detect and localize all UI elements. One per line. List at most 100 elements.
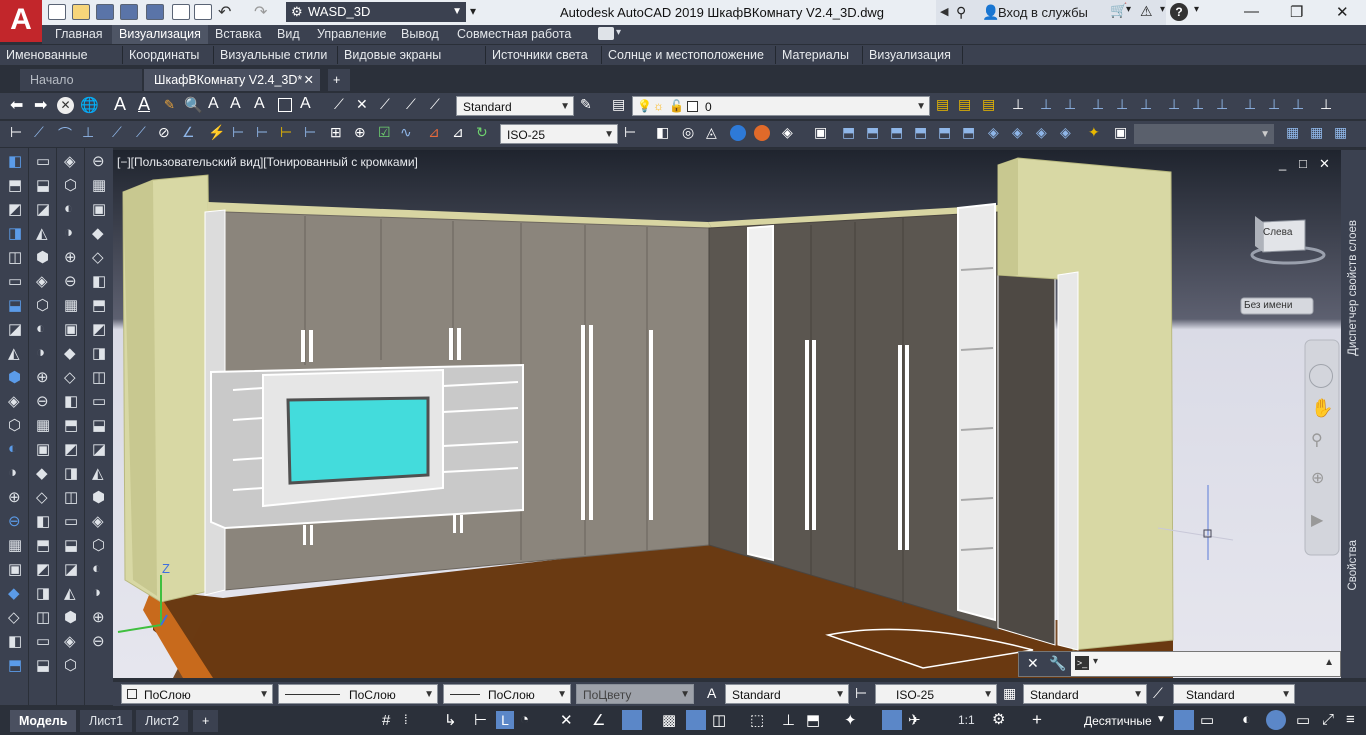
layer-states-icon[interactable]: ▤ — [982, 96, 995, 113]
pyramid-icon[interactable]: ⬓ — [92, 416, 106, 434]
tolerance-icon[interactable]: ⊞ — [330, 124, 342, 141]
subtract-icon[interactable]: ◐ — [36, 320, 45, 337]
torus-icon[interactable]: ▭ — [36, 152, 50, 170]
workspace-gear-icon[interactable]: ⚙ — [992, 710, 1005, 728]
subtract-icon[interactable]: ◐ — [64, 200, 73, 217]
lock-ui-icon[interactable]: ▭ — [1200, 711, 1214, 729]
panel-render[interactable]: Визуализация ▸ — [863, 46, 963, 80]
torus-icon[interactable]: ▭ — [92, 392, 106, 410]
table-style-icon[interactable]: ▦ — [1003, 685, 1016, 702]
dim-ordinate-icon[interactable]: ⟋ — [406, 96, 416, 113]
box-icon[interactable]: ◧ — [64, 392, 78, 410]
union-icon[interactable]: ⬡ — [64, 176, 77, 194]
web-mobile-icon[interactable] — [146, 4, 164, 20]
move-icon[interactable]: ⊖ — [92, 632, 105, 650]
dim-ordinate-icon[interactable]: ⊥ — [82, 124, 94, 141]
revolve-icon[interactable]: ◭ — [8, 344, 20, 362]
annotation-visibility-icon[interactable]: ⬒ — [806, 711, 820, 729]
ucs-x-icon[interactable]: ⊥ — [1244, 96, 1256, 113]
viewport-restore-button[interactable]: □ — [1299, 156, 1307, 171]
visual-styles-icon[interactable]: ◧ — [656, 124, 669, 141]
ucs-zaxis-icon[interactable]: ⊥ — [1192, 96, 1204, 113]
cart-icon[interactable]: 🛒 — [1110, 2, 1127, 19]
print-icon[interactable] — [194, 4, 212, 20]
conceptual-icon[interactable] — [754, 125, 770, 141]
rotate-icon[interactable]: ▦ — [36, 416, 50, 434]
restore-button[interactable]: ❐ — [1290, 3, 1303, 21]
pyramid-icon[interactable]: ⬓ — [64, 536, 78, 554]
dim-baseline-icon[interactable]: ⊢ — [232, 124, 244, 141]
align-icon[interactable]: ▣ — [64, 320, 78, 338]
layer-color-icon[interactable] — [687, 101, 698, 112]
dynamic-input-icon[interactable]: ⊢ — [474, 711, 487, 729]
layout2-tab[interactable]: Лист2 — [136, 710, 189, 732]
dim-aligned-icon[interactable]: ✕ — [356, 96, 368, 113]
inspection-icon[interactable]: ☑ — [378, 124, 391, 141]
undo-icon[interactable]: ↶ — [218, 2, 231, 22]
view-right-icon[interactable]: ⬒ — [914, 124, 927, 141]
view-sw-iso-icon[interactable]: ◈ — [988, 124, 999, 141]
lineweight-dropdown[interactable]: ПоСлою ▼ — [443, 684, 571, 704]
layer-properties-palette-tab[interactable]: Диспетчер свойств слоев — [1347, 220, 1359, 356]
dim-text-edit-icon[interactable]: ⊿ — [452, 124, 464, 141]
sweep-icon[interactable]: ⬢ — [36, 248, 49, 266]
close-button[interactable]: ✕ — [1336, 3, 1349, 21]
realistic-icon[interactable] — [730, 125, 746, 141]
annotation-scale-value[interactable]: 1:1 — [958, 713, 975, 727]
mirror-icon[interactable]: ◇ — [36, 488, 48, 506]
dim-arc-icon[interactable]: ⟋ — [380, 96, 390, 113]
steering-wheel-icon[interactable] — [1309, 364, 1333, 388]
isodraft-icon[interactable]: ✕ — [560, 711, 573, 729]
view-ne-iso-icon[interactable]: ◈ — [1036, 124, 1047, 141]
3d-osnap-icon[interactable]: ▩ — [662, 711, 676, 729]
chevron-down-icon[interactable]: ▾ — [616, 27, 621, 38]
pyramid-icon[interactable]: ⬓ — [8, 296, 22, 314]
zoom-icon[interactable]: ⚲ — [1311, 430, 1323, 450]
snap-icon[interactable]: ⁞ — [404, 712, 408, 727]
revolve-icon[interactable]: ◭ — [92, 464, 104, 482]
dim-update-icon[interactable]: ↻ — [476, 124, 488, 141]
mtext-icon[interactable]: A — [138, 94, 150, 115]
table-style-dropdown[interactable]: Standard ▼ — [1023, 684, 1147, 704]
showmotion-icon[interactable]: ▶ — [1311, 510, 1323, 530]
cone-icon[interactable]: ◫ — [36, 608, 50, 626]
ucs-icon[interactable]: ⊥ — [1012, 96, 1024, 113]
spell-icon[interactable]: ✎ — [164, 97, 175, 113]
fullscreen-icon[interactable]: ⤢ — [1322, 711, 1334, 728]
loft-icon[interactable]: ◈ — [64, 152, 76, 170]
dim-style-dropdown[interactable]: ISO-25 ▼ — [500, 124, 618, 144]
view-top-icon[interactable]: ⬒ — [842, 124, 855, 141]
viewport-close-button[interactable]: ✕ — [1319, 156, 1330, 172]
quick-properties-icon[interactable] — [1174, 710, 1194, 730]
plotstyle-dropdown[interactable]: ПоЦвету ▼ — [576, 684, 694, 704]
workspace-selector[interactable]: ⚙ WASD_3D ▼ — [286, 2, 466, 22]
extrude-icon[interactable]: ◪ — [8, 320, 22, 338]
text-style-icon[interactable]: A — [707, 685, 716, 701]
chevron-down-icon[interactable]: ▾ — [1194, 4, 1199, 15]
extrude-icon[interactable]: ◪ — [92, 440, 106, 458]
sphere-icon[interactable]: ◨ — [8, 224, 22, 242]
osnap-icon[interactable] — [622, 710, 642, 730]
justify-text-icon[interactable]: A — [254, 95, 265, 113]
ucs-y-icon[interactable]: ⊥ — [1268, 96, 1280, 113]
dim-continue-icon[interactable]: ⊢ — [256, 124, 268, 141]
ucs-apply-icon[interactable]: ⊥ — [1320, 96, 1332, 113]
panel-coordinates[interactable]: Координаты ▸ — [123, 46, 214, 80]
move-icon[interactable]: ⊖ — [92, 152, 105, 170]
align-icon[interactable]: ▣ — [92, 200, 106, 218]
viewport-single-icon[interactable]: ▦ — [1310, 124, 1323, 141]
open-web-icon[interactable] — [172, 4, 190, 20]
viewport-label[interactable]: [−][Пользовательский вид][Тонированный с… — [117, 155, 418, 169]
multileader-style-icon[interactable]: ⟋ — [1153, 685, 1163, 702]
layer-previous-icon[interactable]: ▤ — [958, 96, 971, 113]
ucs-3point-icon[interactable]: ⊥ — [1216, 96, 1228, 113]
multileader-style-dropdown[interactable]: Standard ▼ — [1173, 684, 1295, 704]
rotate-icon[interactable]: ▦ — [92, 176, 106, 194]
sweep-icon[interactable]: ⬢ — [92, 488, 105, 506]
units-dropdown[interactable]: Десятичные — [1084, 714, 1152, 728]
revolve-icon[interactable]: ◭ — [64, 584, 76, 602]
dim-style-dropdown-bottom[interactable]: ISO-25 ▼ — [875, 684, 997, 704]
hardware-acceleration-icon[interactable] — [1266, 710, 1286, 730]
forward-icon[interactable]: ➡ — [34, 95, 47, 115]
viewport-minimize-button[interactable]: _ — [1279, 156, 1286, 171]
